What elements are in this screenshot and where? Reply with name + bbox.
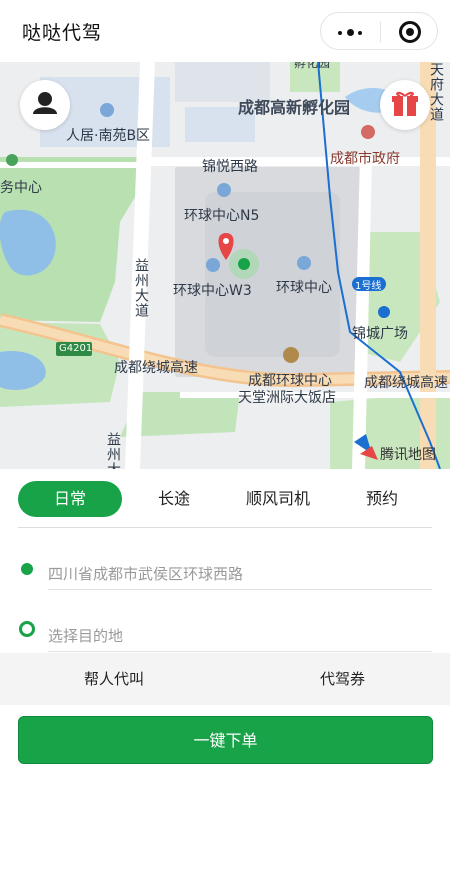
destination-ring-icon [19,621,35,637]
map-label-jinyue-road: 锦悦西路 [202,159,258,175]
map-label-incubator: 成都高新孵化园 [238,98,351,117]
gift-icon [392,91,418,116]
coupon-button[interactable]: 代驾券 [320,653,365,705]
origin-underline [48,589,432,590]
user-center-button[interactable] [20,80,70,130]
mini-program-capsule [320,12,438,50]
map-label-government: 成都市政府 [330,151,400,167]
map-label-yizhou-road-2: 益州大 [105,432,121,469]
map-view[interactable]: 人居·南苑B区 成都高新孵化园 成都市政府 锦悦西路 环球中心N5 环球中心W3… [0,62,450,469]
destination-underline [48,651,432,652]
map-label-jincheng-square: 锦城广场 [352,326,408,342]
map-label-center-n5: 环球中心N5 [184,208,260,224]
close-miniprogram-icon[interactable] [399,21,421,43]
tabs-divider [18,527,432,528]
one-click-order-button[interactable]: 一键下单 [18,716,433,764]
map-label-tencent: 腾讯地图 [380,447,436,463]
map-label-hotel-2: 天堂洲际大饭店 [238,390,336,406]
map-label-yizhou-road: 益州大道 [133,258,149,318]
tab-daily[interactable]: 日常 [18,481,122,517]
gift-button[interactable] [380,80,430,130]
map-label-center-w3: 环球中心W3 [173,283,252,299]
service-tabs: 日常 长途 顺风司机 预约 [0,469,450,529]
destination-input[interactable]: 选择目的地 [48,625,123,646]
map-label-center: 环球中心 [276,280,332,296]
action-strip: 帮人代叫 代驾券 [0,653,450,705]
map-label-ring-expressway-2: 成都绕城高速 [364,375,448,391]
origin-address[interactable]: 四川省成都市武侯区环球西路 [48,563,243,584]
tab-carpool-driver[interactable]: 顺风司机 [230,481,326,517]
nav-bar: 哒哒代驾 [0,0,450,62]
map-label-service-center: 务中心 [0,180,42,196]
map-label-nanyuan: 人居·南苑B区 [66,128,151,144]
user-icon [33,92,57,114]
origin-dot-icon [21,563,33,575]
map-label-g4201: G4201 [59,343,93,354]
map-label-ring-expressway: 成都绕城高速 [114,360,198,376]
tab-reservation[interactable]: 预约 [352,481,412,517]
call-for-others-button[interactable]: 帮人代叫 [84,653,144,705]
origin-row[interactable]: 四川省成都市武侯区环球西路 [0,541,450,603]
tab-long-distance[interactable]: 长途 [140,481,208,517]
capsule-divider [380,22,381,42]
more-icon[interactable] [338,29,364,36]
app-title: 哒哒代驾 [22,22,103,44]
map-label-metro-line: 1号线 [355,281,382,292]
map-label-incubator-top: 孵化园 [294,62,331,70]
